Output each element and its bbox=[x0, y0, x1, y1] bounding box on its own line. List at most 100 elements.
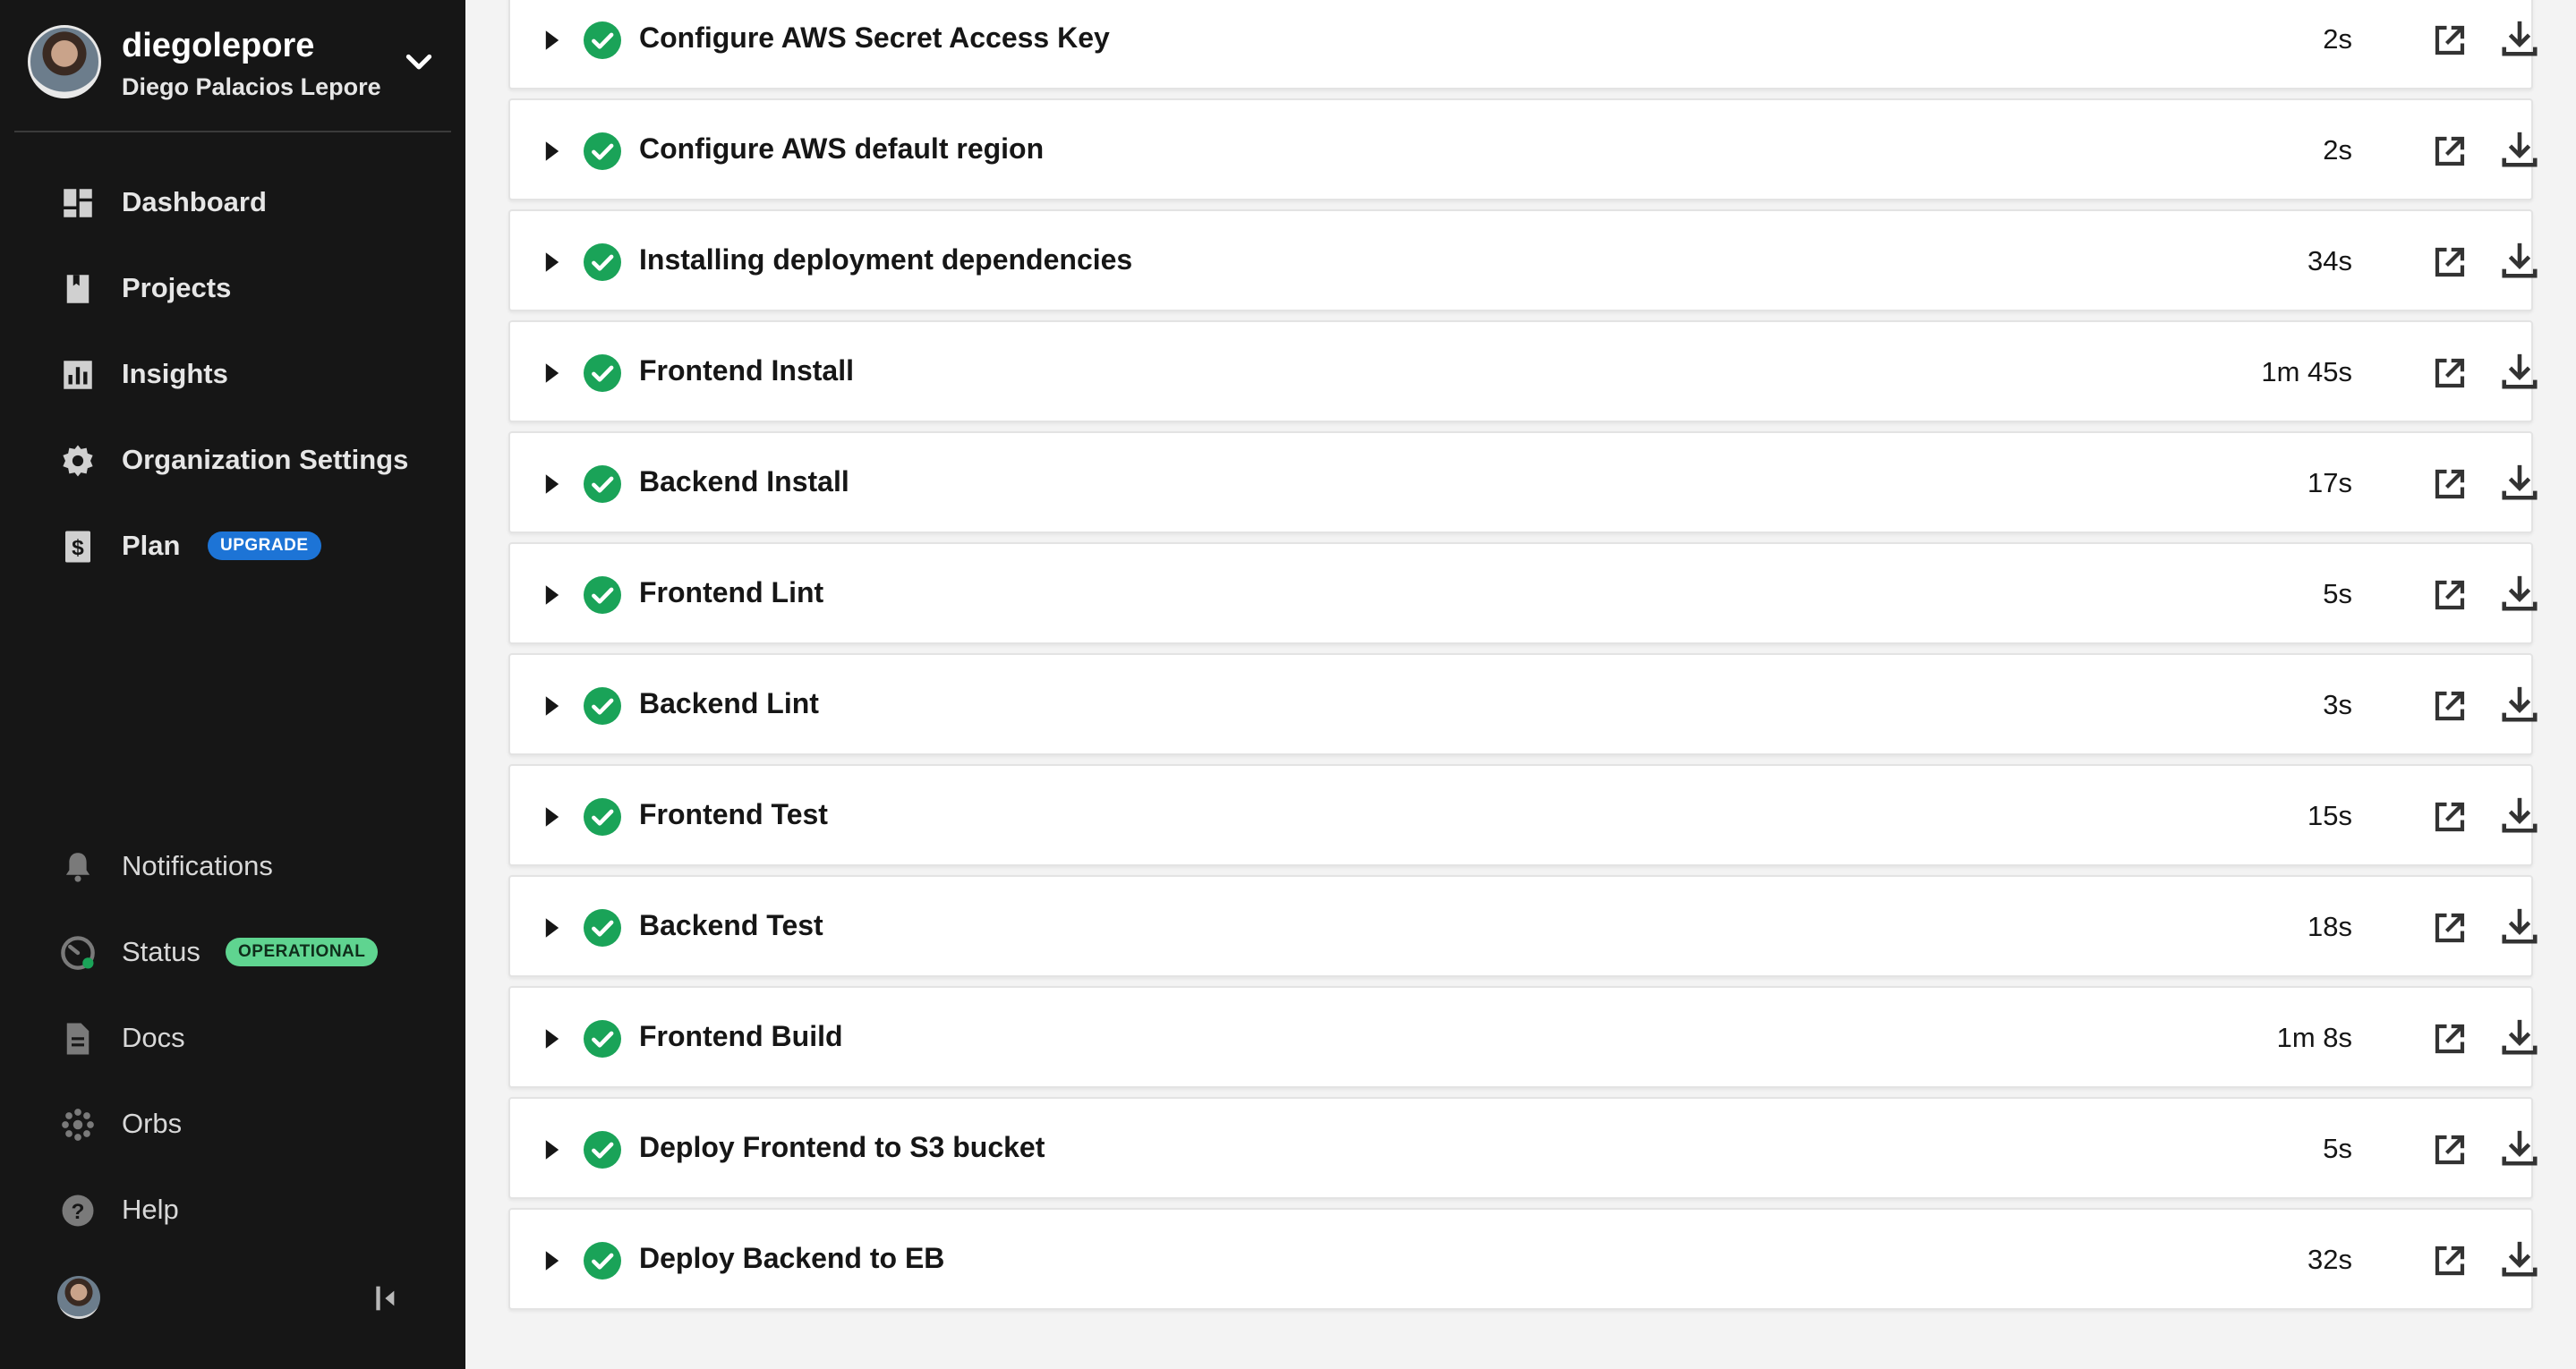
download-icon[interactable] bbox=[2499, 684, 2540, 725]
caret-right-icon[interactable] bbox=[544, 918, 560, 938]
step-row[interactable]: Backend Test 18s bbox=[508, 875, 2538, 977]
sidebar-item-organization-settings[interactable]: Organization Settings bbox=[0, 424, 465, 496]
sidebar-item-label: Insights bbox=[122, 358, 228, 389]
check-circle-icon bbox=[584, 1020, 621, 1058]
download-icon[interactable] bbox=[2499, 795, 2540, 836]
step-row[interactable]: Deploy Backend to EB 32s bbox=[508, 1208, 2538, 1310]
step-row[interactable]: Frontend Install 1m 45s bbox=[508, 320, 2538, 422]
step-row[interactable]: Configure AWS default region 2s bbox=[508, 98, 2538, 200]
open-external-icon[interactable] bbox=[2431, 798, 2469, 836]
orbs-icon bbox=[62, 1109, 94, 1141]
sidebar-item-help[interactable]: ? Help bbox=[0, 1174, 465, 1246]
step-row[interactable]: Backend Install 17s bbox=[508, 431, 2538, 533]
step-name: Frontend Lint bbox=[639, 576, 824, 608]
step-row[interactable]: Configure AWS Secret Access Key 2s bbox=[508, 0, 2538, 89]
caret-right-icon[interactable] bbox=[544, 807, 560, 827]
caret-right-icon[interactable] bbox=[544, 1029, 560, 1049]
download-icon[interactable] bbox=[2499, 240, 2540, 281]
step-duration: 5s bbox=[2323, 578, 2352, 609]
sidebar-item-projects[interactable]: Projects bbox=[0, 252, 465, 324]
bell-icon bbox=[65, 853, 90, 882]
open-external-icon[interactable] bbox=[2431, 909, 2469, 947]
step-row[interactable]: Installing deployment dependencies 34s bbox=[508, 209, 2538, 311]
check-circle-icon bbox=[584, 576, 621, 614]
caret-right-icon[interactable] bbox=[544, 474, 560, 494]
user-avatar[interactable] bbox=[57, 1276, 100, 1319]
caret-right-icon[interactable] bbox=[544, 363, 560, 383]
open-external-icon[interactable] bbox=[2431, 687, 2469, 725]
sidebar-item-orbs[interactable]: Orbs bbox=[0, 1088, 465, 1160]
open-external-icon[interactable] bbox=[2431, 132, 2469, 170]
caret-right-icon[interactable] bbox=[544, 585, 560, 605]
download-icon[interactable] bbox=[2499, 351, 2540, 392]
step-duration: 32s bbox=[2307, 1244, 2352, 1275]
open-external-icon[interactable] bbox=[2431, 354, 2469, 392]
step-name: Backend Test bbox=[639, 909, 823, 941]
download-icon[interactable] bbox=[2499, 906, 2540, 947]
sidebar-item-label: Dashboard bbox=[122, 186, 267, 217]
collapse-sidebar-icon[interactable] bbox=[369, 1280, 405, 1317]
step-name: Frontend Install bbox=[639, 354, 854, 387]
step-name: Backend Install bbox=[639, 465, 849, 497]
check-circle-icon bbox=[584, 132, 621, 170]
bar-chart-icon bbox=[64, 361, 92, 389]
check-circle-icon bbox=[584, 798, 621, 836]
sidebar-item-plan[interactable]: $ Plan UPGRADE bbox=[0, 510, 465, 582]
job-steps-panel: Configure AWS Secret Access Key 2s Confi… bbox=[465, 0, 2576, 1369]
caret-right-icon[interactable] bbox=[544, 252, 560, 272]
org-switcher[interactable]: diegolepore Diego Palacios Lepore bbox=[0, 0, 465, 132]
caret-right-icon[interactable] bbox=[544, 141, 560, 161]
chevron-down-icon[interactable] bbox=[401, 45, 437, 81]
open-external-icon[interactable] bbox=[2431, 21, 2469, 59]
download-icon[interactable] bbox=[2499, 1238, 2540, 1280]
caret-right-icon[interactable] bbox=[544, 30, 560, 50]
caret-right-icon[interactable] bbox=[544, 1251, 560, 1271]
download-icon[interactable] bbox=[2499, 129, 2540, 170]
sidebar-item-label: Status bbox=[122, 936, 200, 967]
sidebar-item-notifications[interactable]: Notifications bbox=[0, 830, 465, 902]
caret-right-icon[interactable] bbox=[544, 1140, 560, 1160]
download-icon[interactable] bbox=[2499, 1016, 2540, 1058]
step-duration: 34s bbox=[2307, 245, 2352, 276]
download-icon[interactable] bbox=[2499, 573, 2540, 614]
step-duration: 15s bbox=[2307, 800, 2352, 831]
sidebar-item-label: Help bbox=[122, 1194, 179, 1225]
sidebar-item-docs[interactable]: Docs bbox=[0, 1002, 465, 1074]
book-icon bbox=[66, 275, 90, 303]
upgrade-badge[interactable]: UPGRADE bbox=[208, 531, 321, 560]
svg-text:?: ? bbox=[72, 1200, 85, 1224]
caret-right-icon[interactable] bbox=[544, 696, 560, 716]
open-external-icon[interactable] bbox=[2431, 243, 2469, 281]
download-icon[interactable] bbox=[2499, 1127, 2540, 1169]
check-circle-icon bbox=[584, 465, 621, 503]
dollar-icon: $ bbox=[65, 531, 90, 563]
check-circle-icon bbox=[584, 1242, 621, 1280]
sidebar-item-insights[interactable]: Insights bbox=[0, 338, 465, 410]
check-circle-icon bbox=[584, 354, 621, 392]
step-row[interactable]: Frontend Test 15s bbox=[508, 764, 2538, 866]
check-circle-icon bbox=[584, 21, 621, 59]
step-duration: 5s bbox=[2323, 1133, 2352, 1164]
step-row[interactable]: Deploy Frontend to S3 bucket 5s bbox=[508, 1097, 2538, 1199]
step-name: Installing deployment dependencies bbox=[639, 243, 1133, 276]
sidebar-divider bbox=[14, 131, 451, 132]
org-name: diegolepore bbox=[122, 27, 315, 64]
step-row[interactable]: Frontend Build 1m 8s bbox=[508, 986, 2538, 1088]
step-row[interactable]: Backend Lint 3s bbox=[508, 653, 2538, 755]
sidebar-item-status[interactable]: Status OPERATIONAL bbox=[0, 916, 465, 988]
open-external-icon[interactable] bbox=[2431, 1020, 2469, 1058]
open-external-icon[interactable] bbox=[2431, 465, 2469, 503]
step-row[interactable]: Frontend Lint 5s bbox=[508, 542, 2538, 644]
sidebar-item-dashboard[interactable]: Dashboard bbox=[0, 166, 465, 238]
open-external-icon[interactable] bbox=[2431, 1131, 2469, 1169]
download-icon[interactable] bbox=[2499, 18, 2540, 59]
gear-icon bbox=[63, 445, 93, 477]
step-duration: 2s bbox=[2323, 23, 2352, 55]
open-external-icon[interactable] bbox=[2431, 576, 2469, 614]
gauge-icon bbox=[61, 936, 95, 970]
download-icon[interactable] bbox=[2499, 462, 2540, 503]
sidebar-item-label: Notifications bbox=[122, 850, 273, 881]
svg-text:$: $ bbox=[72, 536, 84, 560]
dashboard-icon bbox=[64, 189, 92, 217]
open-external-icon[interactable] bbox=[2431, 1242, 2469, 1280]
